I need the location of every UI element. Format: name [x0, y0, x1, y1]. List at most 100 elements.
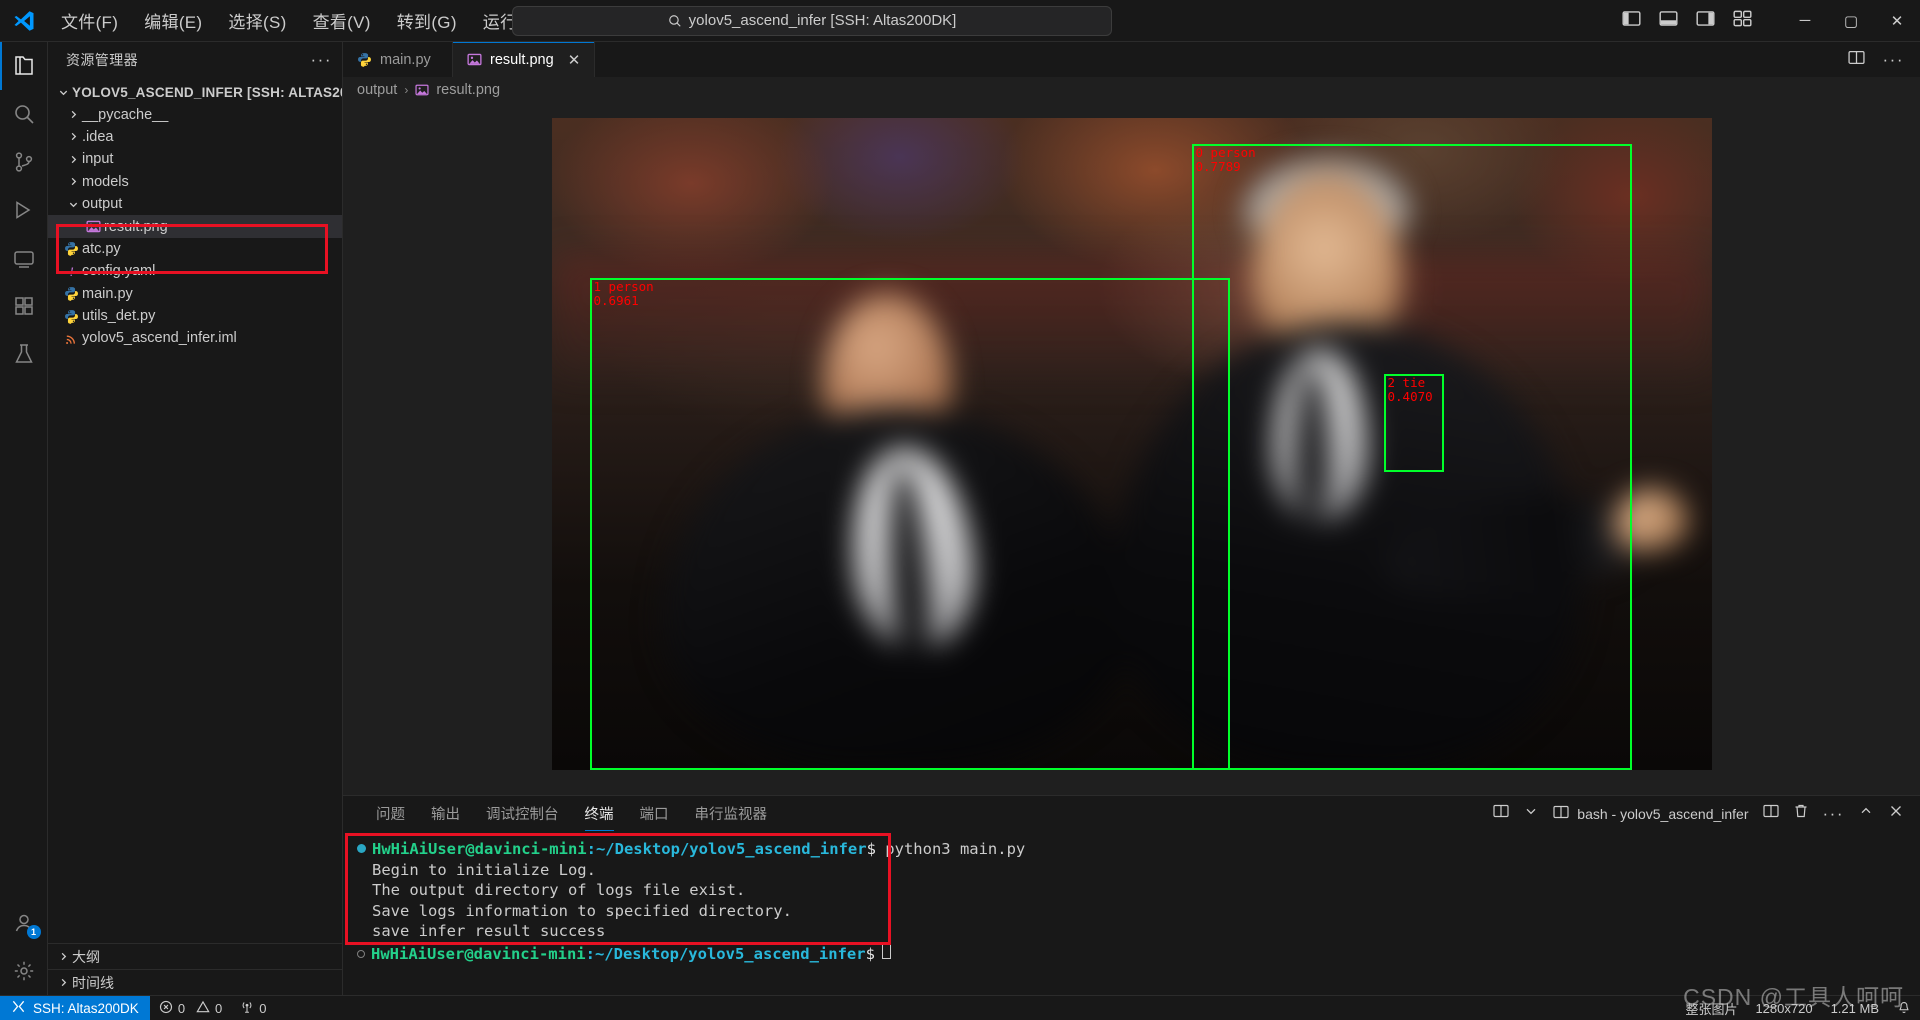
tree-item-label: result.png: [104, 218, 168, 235]
tree-item-input[interactable]: input: [48, 148, 342, 170]
tree-item-result-png[interactable]: result.png: [48, 215, 342, 238]
maximize-panel-icon[interactable]: [1858, 803, 1874, 824]
activity-item-search[interactable]: [0, 90, 48, 138]
tree-item-output[interactable]: output: [48, 193, 342, 215]
editor-tab-actions: ···: [1832, 42, 1920, 77]
error-icon: [159, 1000, 173, 1017]
breadcrumb-folder[interactable]: output: [357, 82, 397, 98]
tree-item-config-yaml[interactable]: ! config.yaml: [48, 260, 342, 282]
tab-label: result.png: [490, 51, 554, 68]
chevron-right-icon: [54, 977, 72, 988]
tree-item-pycache[interactable]: __pycache__: [48, 103, 342, 125]
close-window-button[interactable]: ✕: [1874, 0, 1920, 42]
error-count: 0: [177, 1000, 186, 1016]
menu-go[interactable]: 转到(G): [384, 3, 470, 38]
terminal-path: :~/Desktop/yolov5_ascend_infer: [586, 840, 867, 858]
panel-tab-serial-monitor[interactable]: 串行监视器: [682, 796, 781, 831]
tree-item-label: __pycache__: [82, 106, 169, 123]
radio-tower-icon: [240, 1000, 254, 1017]
minimize-button[interactable]: ─: [1782, 0, 1828, 42]
activity-item-extensions[interactable]: [0, 282, 48, 330]
terminal-content[interactable]: HwHiAiUser@davinci-mini:~/Desktop/yolov5…: [343, 831, 1920, 995]
close-tab-icon[interactable]: ✕: [568, 51, 581, 69]
tree-item-utils-det-py[interactable]: utils_det.py: [48, 305, 342, 327]
activity-item-remote-explorer[interactable]: [0, 234, 48, 282]
chevron-right-icon: [64, 109, 82, 120]
explorer-more-actions-icon[interactable]: ···: [311, 50, 332, 70]
toggle-panel-icon[interactable]: [1659, 9, 1678, 33]
terminal-instance-name[interactable]: bash - yolov5_ascend_infer: [1553, 804, 1749, 823]
panel-tab-ports[interactable]: 端口: [627, 796, 682, 831]
editor-more-actions-icon[interactable]: ···: [1883, 50, 1904, 70]
panel-tab-debug-console[interactable]: 调试控制台: [473, 796, 572, 831]
tab-result-png[interactable]: result.png ✕: [453, 42, 596, 77]
panel-more-actions-icon[interactable]: ···: [1823, 804, 1844, 824]
terminal-output-text: Begin to initialize Log.: [372, 860, 596, 879]
notifications-bell-icon[interactable]: [1888, 996, 1920, 1020]
iml-file-icon: [60, 331, 82, 346]
ports-count: 0: [259, 1000, 267, 1016]
terminal-dollar: $: [865, 944, 875, 963]
tree-item-iml[interactable]: yolov5_ascend_infer.iml: [48, 327, 342, 349]
tree-item-models[interactable]: models: [48, 171, 342, 193]
sidebar-section-outline[interactable]: 大纲: [48, 943, 342, 969]
image-preview-viewer[interactable]: 0 person 0.7789 1 person 0.6961 2 tie 0.407…: [343, 103, 1920, 795]
bottom-panel: 问题 输出 调试控制台 终端 端口 串行监视器 bash - yolov5_as…: [343, 795, 1920, 995]
terminal-line-command: HwHiAiUser@davinci-mini:~/Desktop/yolov5…: [357, 839, 1920, 860]
breadcrumb-separator: ›: [404, 83, 409, 97]
menu-view[interactable]: 查看(V): [300, 3, 384, 38]
sidebar-section-timeline[interactable]: 时间线: [48, 969, 342, 995]
tree-item-atc-py[interactable]: atc.py: [48, 238, 342, 260]
remote-label: SSH: Altas200DK: [33, 1000, 139, 1016]
activity-item-run-and-debug[interactable]: [0, 186, 48, 234]
maximize-button[interactable]: ▢: [1828, 0, 1874, 42]
activity-item-settings[interactable]: [0, 947, 48, 995]
toggle-secondary-sidebar-icon[interactable]: [1696, 9, 1715, 33]
activity-item-testing[interactable]: [0, 330, 48, 378]
panel-tab-output[interactable]: 输出: [418, 796, 473, 831]
toggle-primary-sidebar-icon[interactable]: [1622, 9, 1641, 33]
terminal-path: :~/Desktop/yolov5_ascend_infer: [585, 944, 866, 963]
file-tree[interactable]: YOLOV5_ASCEND_INFER [SSH: ALTAS200DK] __…: [48, 77, 342, 943]
customize-layout-icon[interactable]: [1733, 9, 1752, 33]
tree-item-label: models: [82, 173, 129, 190]
menu-file[interactable]: 文件(F): [48, 3, 131, 38]
terminal-line-prompt: HwHiAiUser@davinci-mini:~/Desktop/yolov5…: [357, 941, 1920, 965]
status-ports[interactable]: 0: [231, 996, 275, 1020]
prompt-status-bullet-icon: [357, 949, 365, 958]
remote-indicator[interactable]: SSH: Altas200DK: [0, 995, 150, 1020]
tab-main-py[interactable]: main.py: [343, 42, 453, 77]
activity-item-explorer[interactable]: [0, 42, 48, 90]
launch-profile-icon[interactable]: [1493, 803, 1509, 824]
status-file-size: 1.21 MB: [1830, 1000, 1879, 1016]
menu-selection[interactable]: 选择(S): [215, 3, 299, 38]
terminal-line-output: Begin to initialize Log.: [357, 860, 1920, 881]
kill-terminal-icon[interactable]: [1793, 803, 1809, 824]
workbench-body: 1 资源管理器 ··· YOLOV5_ASCEND_INFER [SSH: AL…: [0, 42, 1920, 995]
split-terminal-button[interactable]: [1762, 803, 1779, 824]
activity-bar: 1: [0, 42, 48, 995]
breadcrumb-file[interactable]: result.png: [436, 82, 500, 98]
close-panel-icon[interactable]: [1888, 803, 1904, 824]
menu-edit[interactable]: 编辑(E): [131, 3, 215, 38]
tree-root-folder[interactable]: YOLOV5_ASCEND_INFER [SSH: ALTAS200DK]: [48, 81, 342, 103]
editor-area: main.py result.png ✕ ··· output › result…: [343, 42, 1920, 995]
command-center-search[interactable]: yolov5_ascend_infer [SSH: Altas200DK]: [512, 5, 1112, 36]
status-errors-warnings[interactable]: 0 0: [150, 996, 231, 1020]
panel-tab-terminal[interactable]: 终端: [572, 796, 627, 831]
tab-label: main.py: [380, 51, 431, 68]
window-controls-area: ─ ▢ ✕: [1622, 0, 1920, 42]
terminal-cursor: [881, 941, 891, 959]
tree-item-main-py[interactable]: main.py: [48, 283, 342, 305]
status-image-mode[interactable]: 整张图片: [1676, 996, 1746, 1020]
activity-item-source-control[interactable]: [0, 138, 48, 186]
terminal-output-text: save infer result success: [372, 922, 606, 941]
tree-item-idea[interactable]: .idea: [48, 126, 342, 148]
terminal-user: HwHiAiUser@davinci-mini: [372, 840, 587, 858]
sidebar-bottom-sections: 大纲 时间线: [48, 943, 342, 995]
chevron-down-icon[interactable]: [1523, 803, 1539, 824]
activity-item-accounts[interactable]: 1: [0, 899, 48, 947]
split-editor-icon[interactable]: [1847, 49, 1865, 71]
panel-tab-problems[interactable]: 问题: [363, 796, 418, 831]
split-terminal-icon: [1553, 804, 1569, 823]
